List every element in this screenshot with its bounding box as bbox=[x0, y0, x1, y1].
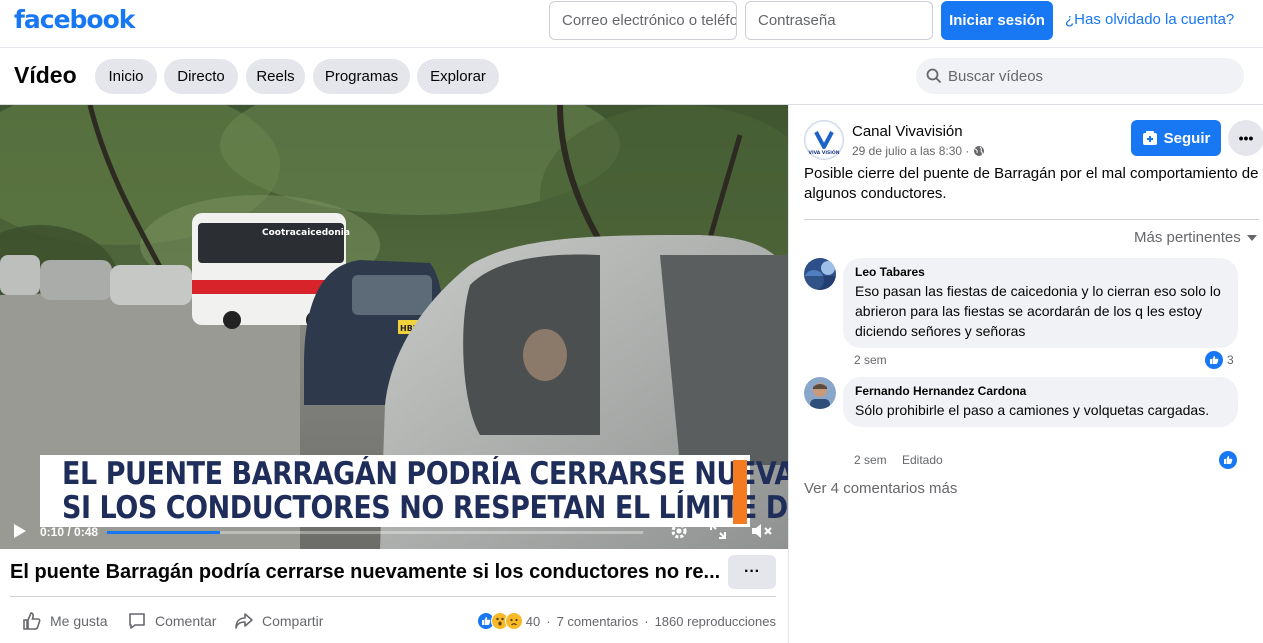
stats-separator: · bbox=[546, 613, 551, 629]
video-player[interactable]: Cootracaicedonia HBK 88 EL PUENTE BARRAG… bbox=[0, 105, 788, 549]
comment-bubble: Leo Tabares Eso pasan las fiestas de cai… bbox=[843, 258, 1238, 348]
post-date-text: 29 de julio a las 8:30 · bbox=[852, 144, 970, 158]
page-title: Vídeo bbox=[14, 62, 77, 88]
sad-reaction-icon bbox=[504, 612, 523, 630]
comment-text: Eso pasan las fiestas de caicedonia y lo… bbox=[855, 283, 1221, 339]
share-button[interactable]: Compartir bbox=[234, 611, 323, 631]
avatar[interactable] bbox=[804, 377, 836, 409]
bus-text: Cootracaicedonia bbox=[262, 228, 350, 238]
share-label: Compartir bbox=[262, 613, 324, 629]
channel-avatar-text: VIVA VISIÓN bbox=[808, 149, 839, 156]
settings-icon[interactable] bbox=[669, 521, 689, 541]
like-button[interactable]: Me gusta bbox=[22, 611, 108, 631]
follow-button[interactable]: Seguir bbox=[1131, 120, 1221, 156]
video-more-button[interactable]: ··· bbox=[728, 555, 776, 589]
search-icon bbox=[926, 68, 942, 84]
mute-icon[interactable] bbox=[751, 522, 773, 540]
tab-directo[interactable]: Directo bbox=[164, 59, 238, 94]
comments-count[interactable]: 7 comentarios bbox=[557, 614, 639, 629]
tab-programas[interactable]: Programas bbox=[313, 59, 410, 94]
facebook-logo[interactable]: facebook bbox=[14, 5, 135, 34]
sort-down-icon bbox=[1246, 234, 1257, 241]
like-icon bbox=[1219, 451, 1237, 469]
globe-icon bbox=[974, 146, 985, 156]
email-field[interactable]: Correo electrónico o teléfono bbox=[549, 1, 737, 40]
comment-edited: Editado bbox=[902, 453, 943, 467]
avatar[interactable] bbox=[804, 258, 836, 290]
post-more-button[interactable]: ••• bbox=[1228, 120, 1263, 156]
channel-avatar[interactable]: VIVA VISIÓN bbox=[804, 120, 844, 160]
sort-label: Más pertinentes bbox=[1134, 229, 1241, 246]
channel-name[interactable]: Canal Vivavisión bbox=[852, 123, 963, 140]
comment-button[interactable]: Comentar bbox=[127, 611, 216, 631]
comment-like-count[interactable]: 3 bbox=[1205, 351, 1234, 369]
video-stats: 40 · 7 comentarios · 1860 reproducciones bbox=[476, 612, 776, 630]
video-title[interactable]: El puente Barragán podría cerrarse nueva… bbox=[10, 561, 720, 584]
comment-icon bbox=[129, 613, 145, 629]
comment-label: Comentar bbox=[155, 613, 217, 629]
post-text: Posible cierre del puente de Barragán po… bbox=[804, 165, 1259, 202]
tab-inicio[interactable]: Inicio bbox=[95, 59, 157, 94]
stats-separator: · bbox=[644, 613, 649, 629]
comment-sort[interactable]: Más pertinentes bbox=[1134, 229, 1257, 246]
comment-text: Sólo prohibirle el paso a camiones y vol… bbox=[855, 402, 1210, 418]
like-label: Me gusta bbox=[50, 613, 108, 629]
forgot-account-link[interactable]: ¿Has olvidado la cuenta? bbox=[1065, 11, 1234, 28]
comments-divider bbox=[804, 219, 1259, 220]
caption-line-1: EL PUENTE BARRAGÁN PODRÍA CERRARSE NUEVA… bbox=[62, 456, 788, 492]
fullscreen-icon[interactable] bbox=[709, 522, 727, 540]
comment-time[interactable]: 2 sem bbox=[854, 453, 887, 467]
more-comments-link[interactable]: Ver 4 comentarios más bbox=[804, 480, 957, 497]
share-icon bbox=[235, 613, 253, 629]
comment-author[interactable]: Leo Tabares bbox=[855, 265, 1226, 279]
play-icon[interactable] bbox=[12, 523, 28, 539]
follow-label: Seguir bbox=[1163, 129, 1211, 147]
reaction-count[interactable]: 40 bbox=[526, 614, 540, 629]
comment-author[interactable]: Fernando Hernandez Cardona bbox=[855, 384, 1226, 398]
password-field[interactable]: Contraseña bbox=[745, 1, 933, 40]
progress-fill bbox=[107, 531, 220, 534]
progress-bar[interactable] bbox=[107, 531, 643, 534]
comment-time[interactable]: 2 sem bbox=[854, 353, 887, 367]
video-time: 0:10 / 0:48 bbox=[40, 525, 99, 539]
top-bar: facebook Correo electrónico o teléfono C… bbox=[0, 0, 1263, 48]
like-icon bbox=[1205, 351, 1223, 369]
tab-reels[interactable]: Reels bbox=[246, 59, 305, 94]
search-input[interactable]: Buscar vídeos bbox=[916, 58, 1244, 94]
video-nav: Vídeo Inicio Directo Reels Programas Exp… bbox=[0, 48, 1263, 105]
like-count-value: 3 bbox=[1227, 353, 1234, 367]
post-date[interactable]: 29 de julio a las 8:30 · bbox=[852, 144, 985, 158]
views-count: 1860 reproducciones bbox=[654, 613, 776, 629]
login-button[interactable]: Iniciar sesión bbox=[941, 1, 1053, 40]
search-placeholder: Buscar vídeos bbox=[948, 67, 1044, 85]
comment-like-count[interactable] bbox=[1219, 451, 1241, 469]
column-divider bbox=[788, 105, 789, 643]
divider bbox=[10, 596, 776, 597]
like-icon bbox=[23, 612, 41, 630]
tab-explorar[interactable]: Explorar bbox=[417, 59, 499, 94]
follow-icon bbox=[1142, 131, 1157, 145]
video-controls: 0:10 / 0:48 bbox=[0, 509, 788, 549]
comment-bubble: Fernando Hernandez Cardona Sólo prohibir… bbox=[843, 377, 1238, 427]
